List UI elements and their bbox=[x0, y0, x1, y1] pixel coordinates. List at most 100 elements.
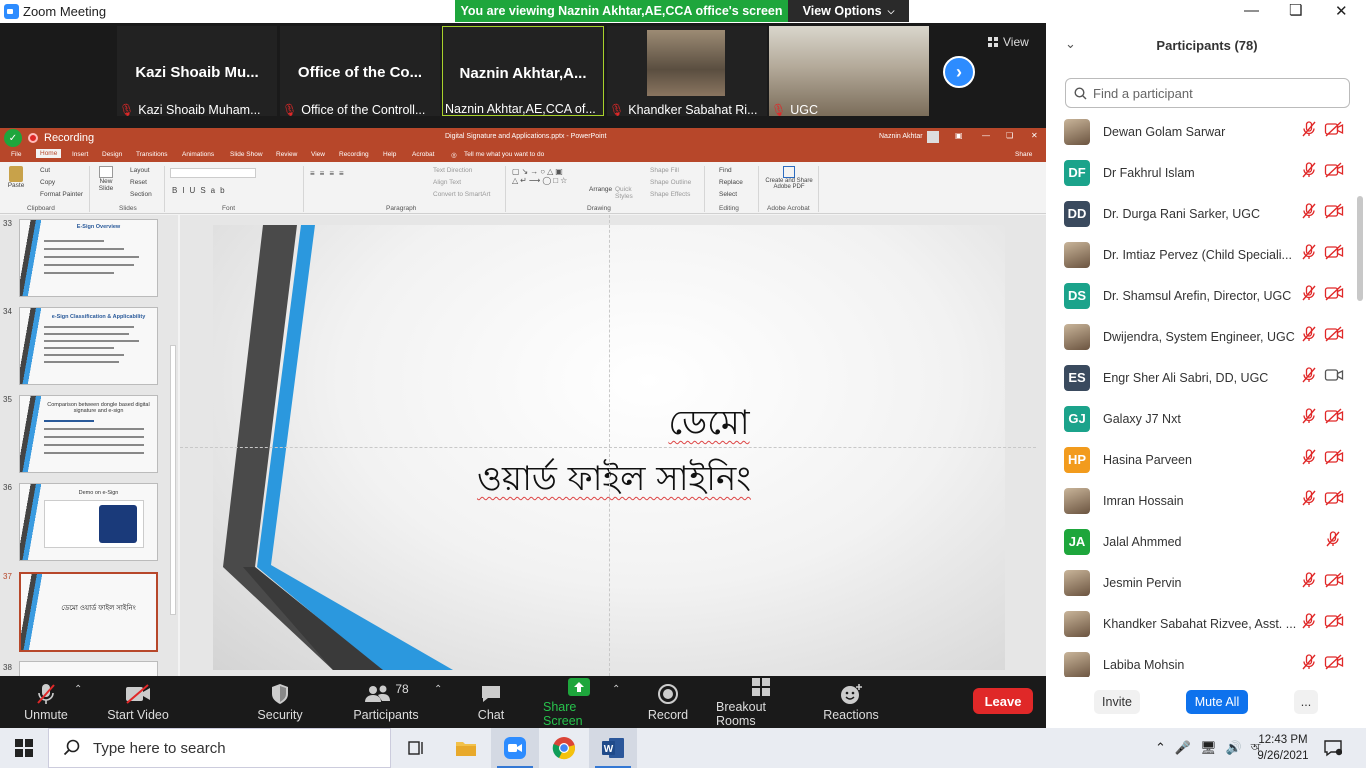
create-pdf-button[interactable]: Create and Share Adobe PDF bbox=[762, 166, 816, 190]
close-icon[interactable]: ✕ bbox=[1335, 2, 1348, 20]
participant-row[interactable]: JA Jalal Ahmmed bbox=[1046, 521, 1356, 562]
participants-button[interactable]: 78 Participants bbox=[352, 676, 420, 728]
next-page-arrow-icon[interactable]: › bbox=[943, 56, 975, 88]
minimize-icon[interactable]: — bbox=[1244, 2, 1259, 19]
participant-search-input[interactable]: Find a participant bbox=[1065, 78, 1350, 108]
paragraph-icons[interactable]: ≡≡≡≡ bbox=[310, 169, 349, 178]
unmute-button[interactable]: Unmute bbox=[22, 676, 70, 728]
tab-transitions[interactable]: Transitions bbox=[136, 151, 168, 158]
share-options-caret[interactable]: ⌃ bbox=[612, 684, 620, 695]
audio-options-caret[interactable]: ⌃ bbox=[74, 684, 82, 695]
ribbon-display-icon[interactable]: ▣ bbox=[955, 131, 963, 140]
taskbar-search-box[interactable]: Type here to search bbox=[48, 728, 391, 768]
tab-review[interactable]: Review bbox=[276, 151, 297, 158]
participant-row[interactable]: DD Dr. Durga Rani Sarker, UGC bbox=[1046, 193, 1356, 234]
copy-button[interactable]: Copy bbox=[40, 179, 55, 186]
participants-scrollbar[interactable] bbox=[1357, 111, 1364, 677]
taskbar-file-explorer[interactable] bbox=[442, 728, 490, 768]
task-view-button[interactable] bbox=[392, 728, 440, 768]
taskbar-zoom[interactable] bbox=[491, 728, 539, 768]
cut-button[interactable]: Cut bbox=[40, 167, 50, 174]
participant-row[interactable]: Dr. Imtiaz Pervez (Child Speciali... bbox=[1046, 234, 1356, 275]
reset-button[interactable]: Reset bbox=[130, 179, 147, 186]
font-family-box[interactable] bbox=[170, 168, 256, 178]
taskbar-word[interactable]: W bbox=[589, 728, 637, 768]
align-text-button[interactable]: Align Text bbox=[433, 179, 461, 186]
pp-restore-icon[interactable]: ❏ bbox=[1006, 131, 1013, 140]
replace-button[interactable]: Replace bbox=[719, 179, 743, 186]
record-button[interactable]: Record bbox=[646, 676, 690, 728]
paste-button[interactable]: Paste bbox=[6, 166, 26, 189]
find-button[interactable]: Find bbox=[719, 167, 732, 174]
shape-effects-button[interactable]: Shape Effects bbox=[650, 191, 690, 198]
participant-row[interactable]: GJ Galaxy J7 Nxt bbox=[1046, 398, 1356, 439]
restore-icon[interactable]: ❏ bbox=[1289, 1, 1302, 19]
tab-design[interactable]: Design bbox=[102, 151, 122, 158]
thumbnail-scrollbar[interactable] bbox=[170, 345, 176, 615]
video-tile-naznin[interactable]: Naznin Akhtar,A... Naznin Akhtar,AE,CCA … bbox=[442, 26, 604, 116]
video-tile-office[interactable]: Office of the Co... 🎙 Office of the Contr… bbox=[280, 26, 440, 116]
tab-home[interactable]: Home bbox=[36, 149, 62, 158]
volume-icon[interactable]: 🔊 bbox=[1226, 740, 1242, 756]
participant-row[interactable]: Imran Hossain bbox=[1046, 480, 1356, 521]
tab-help[interactable]: Help bbox=[383, 151, 396, 158]
start-video-button[interactable]: Start Video bbox=[106, 676, 170, 728]
view-options-button[interactable]: View Options ⌵ bbox=[788, 0, 909, 22]
convert-smartart-button[interactable]: Convert to SmartArt bbox=[433, 191, 490, 198]
shapes-gallery[interactable]: ▢↘→○△▣ △↵⟶◯□☆ bbox=[512, 167, 582, 197]
select-button[interactable]: Select bbox=[719, 191, 737, 198]
chat-button[interactable]: Chat bbox=[470, 676, 512, 728]
tab-acrobat[interactable]: Acrobat bbox=[412, 151, 434, 158]
section-button[interactable]: Section bbox=[130, 191, 152, 198]
tab-slide-show[interactable]: Slide Show bbox=[230, 151, 263, 158]
tab-animations[interactable]: Animations bbox=[182, 151, 214, 158]
breakout-rooms-button[interactable]: Breakout Rooms bbox=[716, 676, 806, 728]
participant-row[interactable]: DS Dr. Shamsul Arefin, Director, UGC bbox=[1046, 275, 1356, 316]
font-format-icons[interactable]: BIUSab bbox=[172, 186, 230, 195]
pp-minimize-icon[interactable]: — bbox=[982, 131, 990, 140]
editor-scrollbar[interactable] bbox=[1036, 215, 1046, 676]
new-slide-button[interactable]: New Slide bbox=[96, 166, 116, 192]
video-tile-ugc[interactable]: 🎙 UGC bbox=[769, 26, 929, 116]
taskbar-clock[interactable]: 12:43 PM 9/26/2021 bbox=[1253, 732, 1313, 764]
tab-file[interactable]: File bbox=[11, 151, 21, 158]
participant-row[interactable]: HP Hasina Parveen bbox=[1046, 439, 1356, 480]
participant-row[interactable]: Dwijendra, System Engineer, UGC bbox=[1046, 316, 1356, 357]
participant-row[interactable]: Khandker Sabahat Rizvee, Asst. ... bbox=[1046, 603, 1356, 644]
start-button[interactable] bbox=[0, 728, 48, 768]
shape-outline-button[interactable]: Shape Outline bbox=[650, 179, 691, 186]
slide-thumbnail-35[interactable]: Comparison between dongle based digital … bbox=[19, 395, 158, 473]
slide-thumbnail-38[interactable] bbox=[19, 661, 158, 676]
tray-expand-icon[interactable]: ⌃ bbox=[1155, 740, 1166, 756]
invite-button[interactable]: Invite bbox=[1094, 690, 1140, 714]
participants-caret[interactable]: ⌃ bbox=[434, 684, 442, 695]
layout-button[interactable]: Layout bbox=[130, 167, 150, 174]
share-screen-button[interactable]: Share Screen bbox=[543, 676, 615, 728]
tell-me-box[interactable]: Tell me what you want to do bbox=[464, 151, 544, 158]
participant-row[interactable]: ES Engr Sher Ali Sabri, DD, UGC bbox=[1046, 357, 1356, 398]
tab-recording[interactable]: Recording bbox=[339, 151, 369, 158]
quick-styles-button[interactable]: Quick Styles bbox=[615, 186, 637, 200]
shape-fill-button[interactable]: Shape Fill bbox=[650, 167, 679, 174]
tab-view[interactable]: View bbox=[311, 151, 325, 158]
mute-all-button[interactable]: Mute All bbox=[1186, 690, 1248, 714]
video-tile-khandker[interactable]: 🎙 Khandker Sabahat Ri... bbox=[607, 26, 767, 116]
participant-row[interactable]: Dewan Golam Sarwar bbox=[1046, 111, 1356, 152]
slide-thumbnail-34[interactable]: e-Sign Classification & Applicability bbox=[19, 307, 158, 385]
network-icon[interactable]: 🖥 bbox=[1200, 740, 1217, 756]
tab-insert[interactable]: Insert bbox=[72, 151, 88, 158]
leave-button[interactable]: Leave bbox=[973, 688, 1033, 714]
security-button[interactable]: Security bbox=[256, 676, 304, 728]
format-painter-button[interactable]: Format Painter bbox=[40, 191, 83, 198]
share-button[interactable]: Share bbox=[1015, 151, 1032, 158]
notifications-icon[interactable] bbox=[1324, 739, 1343, 762]
participant-row[interactable]: Jesmin Pervin bbox=[1046, 562, 1356, 603]
pp-close-icon[interactable]: ✕ bbox=[1031, 131, 1038, 140]
reactions-button[interactable]: Reactions bbox=[823, 676, 879, 728]
microphone-icon[interactable]: 🎤 bbox=[1175, 740, 1191, 756]
scrollbar-thumb[interactable] bbox=[1357, 196, 1363, 301]
participant-row[interactable]: DF Dr Fakhrul Islam bbox=[1046, 152, 1356, 193]
arrange-button[interactable]: Arrange bbox=[589, 186, 612, 193]
slide-thumbnail-33[interactable]: E-Sign Overview bbox=[19, 219, 158, 297]
text-direction-button[interactable]: Text Direction bbox=[433, 167, 472, 174]
